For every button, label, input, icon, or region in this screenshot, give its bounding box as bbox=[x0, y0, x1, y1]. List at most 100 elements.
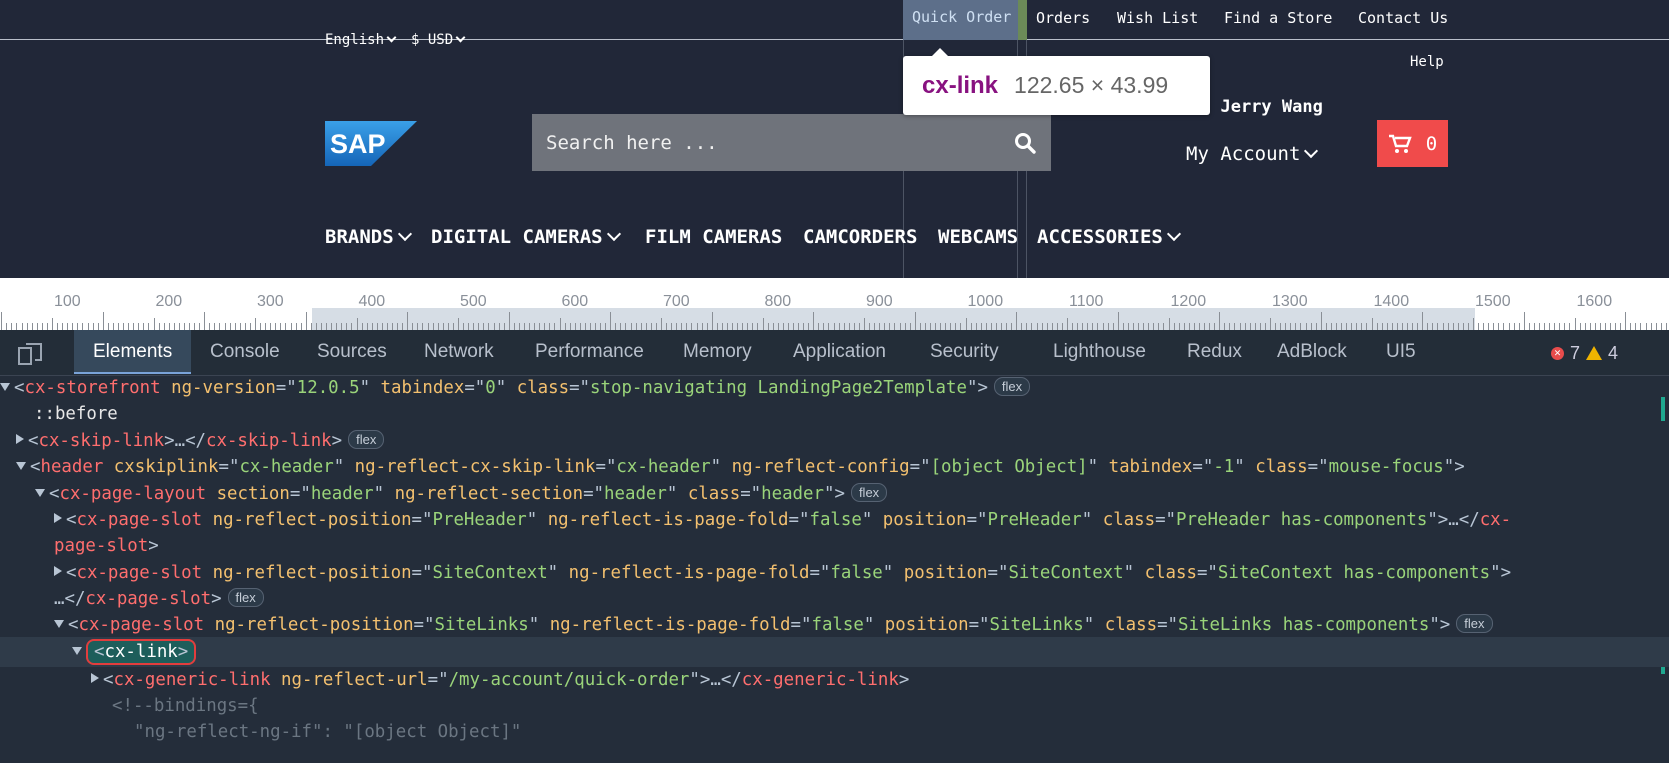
tab-adblock[interactable]: AdBlock bbox=[1277, 341, 1347, 363]
expand-icon[interactable] bbox=[16, 462, 26, 470]
help-link[interactable]: Help bbox=[1410, 54, 1444, 70]
search-input[interactable]: Search here ... bbox=[546, 132, 1013, 154]
language-selector[interactable]: English bbox=[325, 32, 397, 48]
attr-value[interactable]: 12.0.5 bbox=[297, 378, 360, 398]
attr-value[interactable]: PreHeader has-components bbox=[1176, 510, 1427, 530]
selected-node[interactable]: <cx-link> bbox=[86, 639, 197, 665]
tab-lighthouse[interactable]: Lighthouse bbox=[1053, 341, 1146, 363]
attr-value[interactable]: SiteLinks bbox=[435, 615, 529, 635]
attr-value[interactable]: SiteLinks bbox=[990, 615, 1084, 635]
attr-value[interactable]: [object Object] bbox=[931, 457, 1088, 477]
attr-name[interactable]: ng-reflect-position bbox=[213, 563, 412, 583]
expand-icon[interactable] bbox=[54, 513, 62, 523]
attr-value[interactable]: stop-navigating LandingPage2Template bbox=[590, 378, 967, 398]
attr-value[interactable]: SiteContext has-components bbox=[1218, 563, 1490, 583]
attr-name[interactable]: ng-reflect-position bbox=[213, 510, 412, 530]
attr-name[interactable]: class bbox=[1145, 563, 1197, 583]
currency-selector[interactable]: $ USD bbox=[411, 32, 466, 48]
attr-name[interactable]: class bbox=[1103, 510, 1155, 530]
tab-performance[interactable]: Performance bbox=[535, 341, 644, 363]
attr-name[interactable]: tabindex bbox=[1109, 457, 1193, 477]
nav-brands[interactable]: BRANDS bbox=[325, 226, 412, 248]
expand-icon[interactable] bbox=[91, 673, 99, 683]
flex-badge[interactable]: flex bbox=[348, 430, 385, 449]
attr-name[interactable]: position bbox=[904, 563, 988, 583]
attr-value[interactable]: /my-account/quick-order bbox=[449, 670, 690, 690]
find-a-store-link[interactable]: Find a Store bbox=[1224, 9, 1332, 27]
tab-console[interactable]: Console bbox=[210, 341, 280, 363]
attr-value[interactable]: false bbox=[809, 510, 861, 530]
selected-tree-row[interactable]: <cx-link> bbox=[72, 639, 197, 665]
attr-name[interactable]: ng-reflect-position bbox=[215, 615, 414, 635]
attr-value[interactable]: -1 bbox=[1213, 457, 1234, 477]
search-icon[interactable] bbox=[1013, 131, 1037, 155]
device-toggle-icon[interactable] bbox=[18, 343, 42, 365]
tab-sources[interactable]: Sources bbox=[317, 341, 387, 363]
attr-name[interactable]: ng-version bbox=[171, 378, 276, 398]
search-box[interactable]: Search here ... bbox=[532, 114, 1051, 171]
tree-row[interactable]: ::before bbox=[34, 401, 118, 427]
tree-row[interactable]: <cx-page-slot ng-reflect-position="PreHe… bbox=[54, 507, 1511, 533]
attr-name[interactable]: tabindex bbox=[381, 378, 465, 398]
tree-row[interactable]: <cx-skip-link>…</cx-skip-link> flex bbox=[16, 428, 385, 454]
attr-name[interactable]: position bbox=[885, 615, 969, 635]
attr-name[interactable]: ng-reflect-is-page-fold bbox=[550, 615, 791, 635]
tree-row[interactable]: <cx-page-slot ng-reflect-position="SiteC… bbox=[54, 560, 1511, 586]
attr-name[interactable]: ng-reflect-url bbox=[281, 670, 428, 690]
tree-row[interactable]: <!--bindings={ bbox=[112, 693, 259, 719]
attr-name[interactable]: class bbox=[688, 484, 740, 504]
attr-name[interactable]: class bbox=[1255, 457, 1307, 477]
attr-name[interactable]: ng-reflect-section bbox=[395, 484, 583, 504]
mini-cart-button[interactable]: 0 bbox=[1377, 120, 1448, 167]
attr-value[interactable]: mouse-focus bbox=[1329, 457, 1444, 477]
tab-network[interactable]: Network bbox=[424, 341, 494, 363]
my-account-menu[interactable]: My Account bbox=[1186, 143, 1319, 165]
nav-accessories[interactable]: ACCESSORIES bbox=[1037, 226, 1181, 248]
attr-value[interactable]: PreHeader bbox=[433, 510, 527, 530]
tab-redux[interactable]: Redux bbox=[1187, 341, 1242, 363]
nav-film-cameras[interactable]: FILM CAMERAS bbox=[645, 226, 782, 248]
tree-row[interactable]: <cx-page-slot ng-reflect-position="SiteL… bbox=[54, 612, 1493, 638]
flex-badge[interactable]: flex bbox=[1456, 614, 1493, 633]
tree-row[interactable]: <header cxskiplink="cx-header" ng-reflec… bbox=[16, 454, 1465, 480]
tree-row[interactable]: <cx-generic-link ng-reflect-url="/my-acc… bbox=[91, 667, 909, 693]
attr-value[interactable]: 0 bbox=[485, 378, 495, 398]
wish-list-link[interactable]: Wish List bbox=[1117, 9, 1198, 27]
attr-name[interactable]: ng-reflect-cx-skip-link bbox=[355, 457, 596, 477]
attr-value[interactable]: header bbox=[761, 484, 824, 504]
attr-value[interactable]: SiteLinks has-components bbox=[1178, 615, 1429, 635]
tab-elements[interactable]: Elements bbox=[74, 330, 192, 374]
attr-value[interactable]: SiteContext bbox=[1008, 563, 1123, 583]
expand-icon[interactable] bbox=[35, 489, 45, 497]
nav-digital-cameras[interactable]: DIGITAL CAMERAS bbox=[431, 226, 621, 248]
tab-security[interactable]: Security bbox=[930, 341, 999, 363]
contact-us-link[interactable]: Contact Us bbox=[1358, 9, 1448, 27]
nav-camcorders[interactable]: CAMCORDERS bbox=[803, 226, 917, 248]
tab-ui5[interactable]: UI5 bbox=[1386, 341, 1416, 363]
expand-icon[interactable] bbox=[72, 647, 82, 655]
tree-row[interactable]: <cx-storefront ng-version="12.0.5" tabin… bbox=[0, 375, 1031, 401]
attr-name[interactable]: cxskiplink bbox=[114, 457, 219, 477]
expand-icon[interactable] bbox=[0, 383, 10, 391]
attr-value[interactable]: false bbox=[811, 615, 863, 635]
attr-value[interactable]: header bbox=[604, 484, 667, 504]
attr-name[interactable]: ng-reflect-is-page-fold bbox=[569, 563, 810, 583]
nav-webcams[interactable]: WEBCAMS bbox=[938, 226, 1018, 248]
attr-value[interactable]: PreHeader bbox=[988, 510, 1082, 530]
attr-value[interactable]: cx-header bbox=[616, 457, 710, 477]
attr-name[interactable]: class bbox=[517, 378, 569, 398]
expand-icon[interactable] bbox=[16, 434, 24, 444]
quick-order-link[interactable]: Quick Order bbox=[903, 0, 1021, 40]
expand-icon[interactable] bbox=[54, 620, 64, 628]
issue-counter[interactable]: ✕ 7 4 bbox=[1551, 341, 1618, 365]
tree-row[interactable]: <cx-page-layout section="header" ng-refl… bbox=[35, 481, 888, 507]
flex-badge[interactable]: flex bbox=[993, 377, 1031, 396]
attr-value[interactable]: SiteContext bbox=[433, 563, 548, 583]
attr-name[interactable]: position bbox=[883, 510, 967, 530]
flex-badge[interactable]: flex bbox=[850, 483, 888, 502]
expand-icon[interactable] bbox=[54, 566, 62, 576]
attr-name[interactable]: class bbox=[1105, 615, 1157, 635]
attr-name[interactable]: ng-reflect-config bbox=[732, 457, 910, 477]
tab-memory[interactable]: Memory bbox=[683, 341, 752, 363]
attr-value[interactable]: cx-header bbox=[239, 457, 333, 477]
